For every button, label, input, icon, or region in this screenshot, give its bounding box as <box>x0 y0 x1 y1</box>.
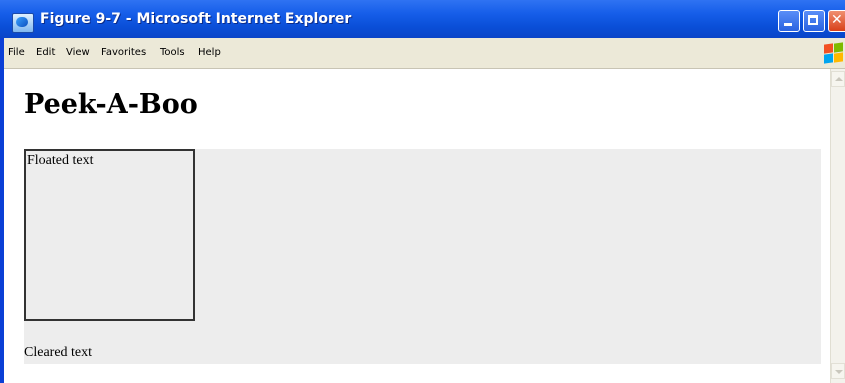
menu-help[interactable]: Help <box>198 47 221 58</box>
menu-tools[interactable]: Tools <box>160 47 185 58</box>
internet-explorer-icon <box>12 13 34 33</box>
vertical-scrollbar[interactable] <box>830 69 845 383</box>
menu-favorites[interactable]: Favorites <box>101 47 146 58</box>
menu-view[interactable]: View <box>66 47 90 58</box>
menu-bar: File Edit View Favorites Tools Help <box>4 38 845 69</box>
browser-window: Figure 9-7 - Microsoft Internet Explorer… <box>0 0 845 383</box>
menu-edit[interactable]: Edit <box>36 47 55 58</box>
minimize-button[interactable] <box>778 10 800 32</box>
content-block: Floated text Cleared text <box>24 149 821 364</box>
title-bar[interactable]: Figure 9-7 - Microsoft Internet Explorer <box>0 0 845 38</box>
cleared-text: Cleared text <box>24 345 93 360</box>
menu-file[interactable]: File <box>8 47 25 58</box>
scroll-down-arrow-icon[interactable] <box>831 363 845 379</box>
page-heading: Peek-A-Boo <box>24 89 198 120</box>
window-title: Figure 9-7 - Microsoft Internet Explorer <box>40 11 352 27</box>
close-button[interactable] <box>828 10 845 32</box>
page-content: Peek-A-Boo Floated text Cleared text <box>4 69 830 383</box>
floated-text: Floated text <box>27 153 94 168</box>
scroll-up-arrow-icon[interactable] <box>831 71 845 87</box>
windows-logo-icon <box>822 42 844 64</box>
floated-box: Floated text <box>24 149 195 321</box>
maximize-button[interactable] <box>803 10 825 32</box>
